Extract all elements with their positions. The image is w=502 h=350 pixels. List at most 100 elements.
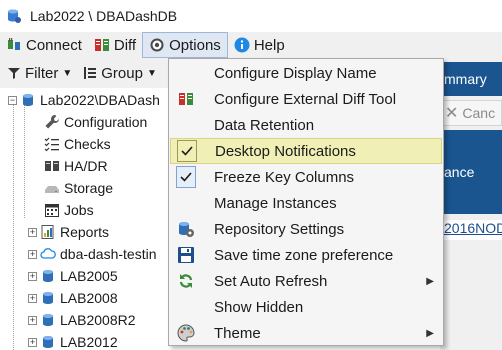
instance-header-label: ance: [444, 164, 475, 180]
chevron-right-icon: ▶: [426, 327, 434, 339]
database-gear-icon: [176, 219, 196, 239]
tree-item-lab2008[interactable]: + LAB2008: [28, 287, 118, 309]
tree-root-label: Lab2022\DBADash: [40, 92, 160, 108]
menu-diff-label: Diff: [113, 36, 137, 54]
menu-diff[interactable]: Diff: [88, 32, 142, 58]
menu-item-label: Save time zone preference: [214, 246, 394, 264]
checklist-icon: [44, 136, 60, 152]
menu-item-theme[interactable]: Theme ▶: [170, 320, 442, 346]
expand-icon[interactable]: +: [28, 271, 37, 281]
menu-item-set-auto-refresh[interactable]: Set Auto Refresh ▶: [170, 268, 442, 294]
save-icon: [176, 245, 196, 265]
tree-connector: [13, 100, 14, 350]
menu-connect[interactable]: Connect: [0, 32, 88, 58]
tree-item-checks[interactable]: Checks: [44, 133, 111, 155]
database-icon: [6, 8, 22, 24]
tree-item-label: Reports: [60, 224, 110, 240]
expand-icon[interactable]: +: [28, 315, 37, 325]
group-button[interactable]: Group ▼: [82, 65, 157, 82]
expand-icon[interactable]: +: [28, 227, 37, 237]
expand-icon[interactable]: +: [28, 249, 37, 259]
menu-item-manage-instances[interactable]: Manage Instances: [170, 190, 442, 216]
tree-item-label: Storage: [64, 180, 114, 196]
tab-summary[interactable]: mmary: [440, 62, 502, 96]
check-icon: [176, 166, 196, 188]
server-pair-icon: [44, 158, 60, 174]
menu-item-label: Theme: [214, 324, 261, 342]
info-icon: [234, 37, 250, 53]
tree-item-label: Configuration: [64, 114, 148, 130]
group-label: Group: [101, 64, 143, 82]
menu-item-label: Configure External Diff Tool: [214, 90, 397, 108]
tree-item-lab2012[interactable]: + LAB2012: [28, 331, 118, 350]
tree-item-label: LAB2008R2: [60, 312, 136, 328]
calendar-icon: [44, 202, 60, 218]
menu-options-label: Options: [169, 36, 221, 54]
check-icon: [177, 140, 197, 162]
menu-item-label: Desktop Notifications: [215, 142, 356, 160]
tree-item-label: dba-dash-testin: [60, 246, 157, 262]
diff-icon: [94, 37, 110, 53]
database-icon: [40, 312, 56, 328]
plug-icon: [6, 37, 22, 53]
collapse-icon[interactable]: −: [8, 95, 17, 105]
disk-icon: [44, 180, 60, 196]
chevron-right-icon: ▶: [426, 275, 434, 287]
expand-icon[interactable]: +: [28, 337, 37, 347]
tree-item-label: Checks: [64, 136, 111, 152]
chevron-down-icon: ▼: [146, 67, 157, 79]
menu-item-configure-external-diff-tool[interactable]: Configure External Diff Tool: [170, 86, 442, 112]
tree-item-lab2008r2[interactable]: + LAB2008R2: [28, 309, 136, 331]
menu-bar: Connect Diff Options Help: [0, 32, 502, 58]
tree-item-reports[interactable]: + Reports: [28, 221, 109, 243]
database-icon: [40, 334, 56, 350]
cancel-button[interactable]: ✕ Canc: [440, 100, 502, 126]
tree-item-configuration[interactable]: Configuration: [44, 111, 147, 133]
cancel-label: Canc: [462, 105, 496, 121]
database-icon: [20, 92, 36, 108]
menu-item-label: Freeze Key Columns: [214, 168, 355, 186]
group-icon: [82, 65, 98, 81]
menu-item-desktop-notifications[interactable]: Desktop Notifications: [170, 138, 442, 164]
tree-connector: [24, 100, 25, 218]
tree-item-label: HA/DR: [64, 158, 108, 174]
expand-icon[interactable]: +: [28, 293, 37, 303]
instance-link[interactable]: 2016NOD: [440, 220, 502, 240]
tree-item-storage[interactable]: Storage: [44, 177, 113, 199]
tree-item-label: LAB2005: [60, 268, 118, 284]
filter-icon: [6, 65, 22, 81]
menu-item-save-time-zone-preference[interactable]: Save time zone preference: [170, 242, 442, 268]
menu-item-label: Manage Instances: [214, 194, 337, 212]
tree-item-lab2005[interactable]: + LAB2005: [28, 265, 118, 287]
menu-item-configure-display-name[interactable]: Configure Display Name: [170, 60, 442, 86]
menu-item-show-hidden[interactable]: Show Hidden: [170, 294, 442, 320]
menu-item-freeze-key-columns[interactable]: Freeze Key Columns: [170, 164, 442, 190]
title-bar: Lab2022 \ DBADashDB: [0, 0, 502, 32]
tree-item-label: LAB2008: [60, 290, 118, 306]
menu-item-label: Set Auto Refresh: [214, 272, 328, 290]
tree-item-hadr[interactable]: HA/DR: [44, 155, 108, 177]
diff-icon: [176, 89, 196, 109]
filter-button[interactable]: Filter ▼: [6, 65, 72, 82]
tree-item-azure[interactable]: + dba-dash-testin: [28, 243, 157, 265]
chevron-down-icon: ▼: [62, 67, 73, 79]
menu-help[interactable]: Help: [228, 32, 291, 58]
tree-root[interactable]: − Lab2022\DBADash: [8, 89, 160, 111]
menu-options[interactable]: Options: [142, 32, 228, 58]
menu-item-repository-settings[interactable]: Repository Settings: [170, 216, 442, 242]
filter-label: Filter: [25, 64, 59, 82]
menu-item-label: Repository Settings: [214, 220, 345, 238]
options-dropdown: Configure Display Name Configure Externa…: [168, 58, 444, 346]
menu-connect-label: Connect: [26, 36, 82, 54]
menu-item-label: Configure Display Name: [214, 64, 377, 82]
close-icon: ✕: [445, 105, 459, 122]
tree-item-label: LAB2012: [60, 334, 118, 350]
server-tree: − Lab2022\DBADash Configuration Checks H…: [0, 88, 170, 350]
instance-header: ance: [440, 130, 502, 214]
menu-help-label: Help: [253, 36, 285, 54]
report-icon: [40, 224, 56, 240]
menu-item-data-retention[interactable]: Data Retention: [170, 112, 442, 138]
tree-item-jobs[interactable]: Jobs: [44, 199, 94, 221]
gear-icon: [149, 37, 165, 53]
window-title: Lab2022 \ DBADashDB: [30, 8, 178, 24]
